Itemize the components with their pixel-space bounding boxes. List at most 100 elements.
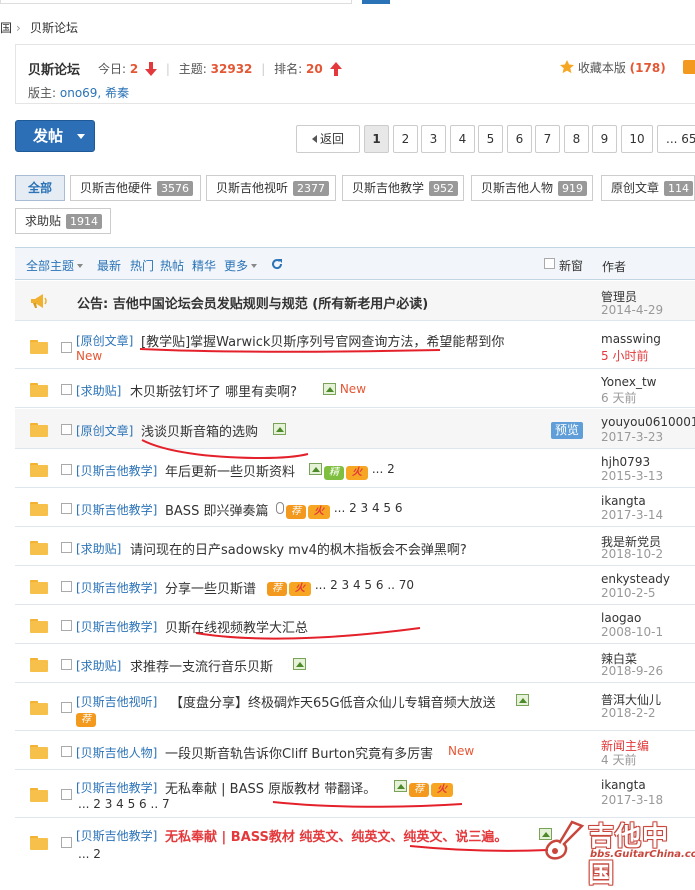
thread-row[interactable]: [贝斯吉他教学] 年后更新一些贝斯资料 精火 ... 2 hjh0793 201…	[15, 450, 695, 488]
thread-checkbox[interactable]	[61, 424, 72, 435]
thread-author[interactable]: masswing	[601, 332, 661, 346]
tab-audio-video[interactable]: 贝斯吉他视听 2377	[206, 175, 336, 201]
announcement-row[interactable]: 公告: 吉他中国论坛会员发贴规则与规范 (所有新老用户必读) 管理员 2014-…	[15, 281, 695, 321]
moderator-links[interactable]: ono69, 希秦	[60, 86, 129, 100]
thread-checkbox[interactable]	[61, 581, 72, 592]
thread-row[interactable]: [贝斯吉他视听] 【度盘分享】终极碉炸天65G低音众仙儿专辑音频大放送 荐 普洱…	[15, 684, 695, 731]
thread-pages[interactable]: ... 2 3 4 5 6 .. 7	[78, 797, 170, 811]
filter-digest[interactable]: 精华	[192, 257, 216, 274]
thread-row[interactable]: [求助贴] 请问现在的日产sadowsky mv4的枫木指板会不会弹黑啊? 我是…	[15, 528, 695, 566]
announcement-title[interactable]: 公告: 吉他中国论坛会员发贴规则与规范 (所有新老用户必读)	[77, 293, 428, 312]
thread-author[interactable]: laogao	[601, 611, 641, 625]
search-button-edge[interactable]	[362, 0, 390, 4]
new-window-checkbox[interactable]	[544, 258, 555, 269]
thread-category[interactable]: [贝斯吉他教学]	[76, 579, 157, 596]
thread-checkbox[interactable]	[61, 464, 72, 475]
thread-row[interactable]: [贝斯吉他人物] 一段贝斯音轨告诉你Cliff Burton究竟有多厉害 New…	[15, 732, 695, 770]
favorite-forum-button[interactable]: 收藏本版 (178)	[560, 58, 666, 76]
search-box-edge[interactable]	[0, 0, 352, 4]
thread-checkbox[interactable]	[61, 384, 72, 395]
thread-category[interactable]: [求助贴]	[76, 657, 121, 674]
thread-category[interactable]: [贝斯吉他视听]	[76, 693, 157, 710]
breadcrumb-current[interactable]: 贝斯论坛	[30, 18, 78, 38]
thread-title[interactable]: 年后更新一些贝斯资料	[165, 461, 295, 480]
thread-row[interactable]: [贝斯吉他教学] 贝斯在线视频教学大汇总 laogao 2008-10-1	[15, 606, 695, 644]
thread-checkbox[interactable]	[61, 659, 72, 670]
thread-pages[interactable]: ... 2	[372, 462, 395, 476]
thread-checkbox[interactable]	[61, 702, 72, 713]
thread-author[interactable]: ikangta	[601, 778, 646, 792]
thread-title[interactable]: 【度盘分享】终极碉炸天65G低音众仙儿专辑音频大放送	[170, 692, 496, 711]
thread-category[interactable]: [求助贴]	[76, 540, 121, 557]
thread-category[interactable]: [原创文章]	[76, 422, 133, 439]
thread-checkbox[interactable]	[61, 746, 72, 757]
thread-category[interactable]: [贝斯吉他教学]	[76, 779, 157, 796]
thread-checkbox[interactable]	[61, 503, 72, 514]
filter-more[interactable]: 更多	[224, 257, 258, 274]
thread-checkbox[interactable]	[61, 789, 72, 800]
page-2[interactable]: 2	[393, 125, 418, 153]
thread-title[interactable]: 求推荐一支流行音乐贝斯	[130, 656, 273, 675]
breadcrumb-home[interactable]: 国	[0, 18, 12, 38]
thread-title[interactable]: 无私奉献 | BASS教材 纯英文、纯英文、纯英文、说三遍。	[165, 826, 507, 845]
thread-author[interactable]: hjh0793	[601, 455, 650, 469]
tab-hardware[interactable]: 贝斯吉他硬件 3576	[70, 175, 201, 201]
tab-all[interactable]: 全部	[15, 175, 65, 201]
tab-help[interactable]: 求助贴 1914	[15, 208, 111, 234]
page-3[interactable]: 3	[421, 125, 446, 153]
page-10[interactable]: 10	[621, 125, 653, 153]
page-7[interactable]: 7	[535, 125, 560, 153]
thread-author[interactable]: ikangta	[601, 494, 646, 508]
page-8[interactable]: 8	[564, 125, 589, 153]
thread-title[interactable]: 无私奉献 | BASS 原版教材 带翻译。	[165, 778, 376, 797]
refresh-icon[interactable]	[271, 258, 283, 270]
filter-hot[interactable]: 热门	[130, 257, 154, 274]
thread-row[interactable]: [求助贴] 求推荐一支流行音乐贝斯 辣白菜 2018-9-26	[15, 645, 695, 683]
thread-checkbox[interactable]	[61, 620, 72, 631]
thread-title[interactable]: 请问现在的日产sadowsky mv4的枫木指板会不会弹黑啊?	[130, 539, 467, 558]
thread-title[interactable]: 分享一些贝斯谱	[165, 578, 256, 597]
page-9[interactable]: 9	[592, 125, 617, 153]
tab-original[interactable]: 原创文章 114	[601, 175, 695, 201]
page-4[interactable]: 4	[450, 125, 475, 153]
thread-author[interactable]: youyou06100011	[601, 415, 695, 429]
thread-title[interactable]: 一段贝斯音轨告诉你Cliff Burton究竟有多厉害	[165, 743, 433, 762]
thread-category[interactable]: [贝斯吉他教学]	[76, 618, 157, 635]
page-1[interactable]: 1	[364, 125, 389, 153]
thread-row[interactable]: [原创文章] [教学贴]掌握Warwick贝斯序列号官网查询方法，希望能帮到你 …	[15, 322, 695, 369]
preview-button[interactable]: 预览	[551, 422, 583, 439]
page-5[interactable]: 5	[478, 125, 503, 153]
thread-category[interactable]: [求助贴]	[76, 382, 121, 399]
page-6[interactable]: 6	[507, 125, 532, 153]
thread-checkbox[interactable]	[61, 837, 72, 848]
thread-title[interactable]: BASS 即兴弹奏篇	[165, 500, 268, 519]
thread-row[interactable]: [原创文章] 浅谈贝斯音箱的选购 预览 youyou06100011 2017-…	[15, 409, 695, 449]
thread-category[interactable]: [贝斯吉他教学]	[76, 827, 157, 844]
thread-pages[interactable]: ... 2 3 4 5 6 .. 70	[315, 578, 414, 592]
thread-row[interactable]: [贝斯吉他教学] 无私奉献 | BASS 原版教材 带翻译。 荐火 ... 2 …	[15, 771, 695, 818]
thread-category[interactable]: [贝斯吉他教学]	[76, 501, 157, 518]
tab-people[interactable]: 贝斯吉他人物 919	[471, 175, 593, 201]
thread-title[interactable]: 木贝斯弦钉坏了 哪里有卖啊?	[130, 381, 297, 400]
thread-checkbox[interactable]	[61, 542, 72, 553]
rss-icon[interactable]	[683, 60, 695, 74]
thread-category[interactable]: [贝斯吉他教学]	[76, 462, 157, 479]
page-last[interactable]: ... 65	[657, 125, 695, 153]
thread-row[interactable]: [贝斯吉他教学] 分享一些贝斯谱 荐火 ... 2 3 4 5 6 .. 70 …	[15, 567, 695, 605]
thread-title[interactable]: 贝斯在线视频教学大汇总	[165, 617, 308, 636]
thread-row[interactable]: [贝斯吉他教学] BASS 即兴弹奏篇 荐火 ... 2 3 4 5 6 ika…	[15, 489, 695, 527]
back-button[interactable]: 返回	[296, 125, 360, 153]
tab-teaching[interactable]: 贝斯吉他教学 952	[342, 175, 464, 201]
thread-pages[interactable]: ... 2	[78, 847, 101, 861]
filter-latest[interactable]: 最新	[97, 257, 121, 274]
thread-title[interactable]: [教学贴]掌握Warwick贝斯序列号官网查询方法，希望能帮到你	[141, 331, 504, 350]
thread-checkbox[interactable]	[61, 342, 72, 353]
filter-all-topics[interactable]: 全部主题	[26, 257, 84, 274]
thread-category[interactable]: [贝斯吉他人物]	[76, 744, 157, 761]
filter-hot-posts[interactable]: 热帖	[160, 257, 184, 274]
thread-author[interactable]: Yonex_tw	[601, 375, 656, 389]
thread-title[interactable]: 浅谈贝斯音箱的选购	[141, 421, 258, 440]
thread-category[interactable]: [原创文章]	[76, 332, 133, 349]
thread-row[interactable]: [求助贴] 木贝斯弦钉坏了 哪里有卖啊? New Yonex_tw 6 天前	[15, 370, 695, 408]
thread-pages[interactable]: ... 2 3 4 5 6	[334, 501, 403, 515]
